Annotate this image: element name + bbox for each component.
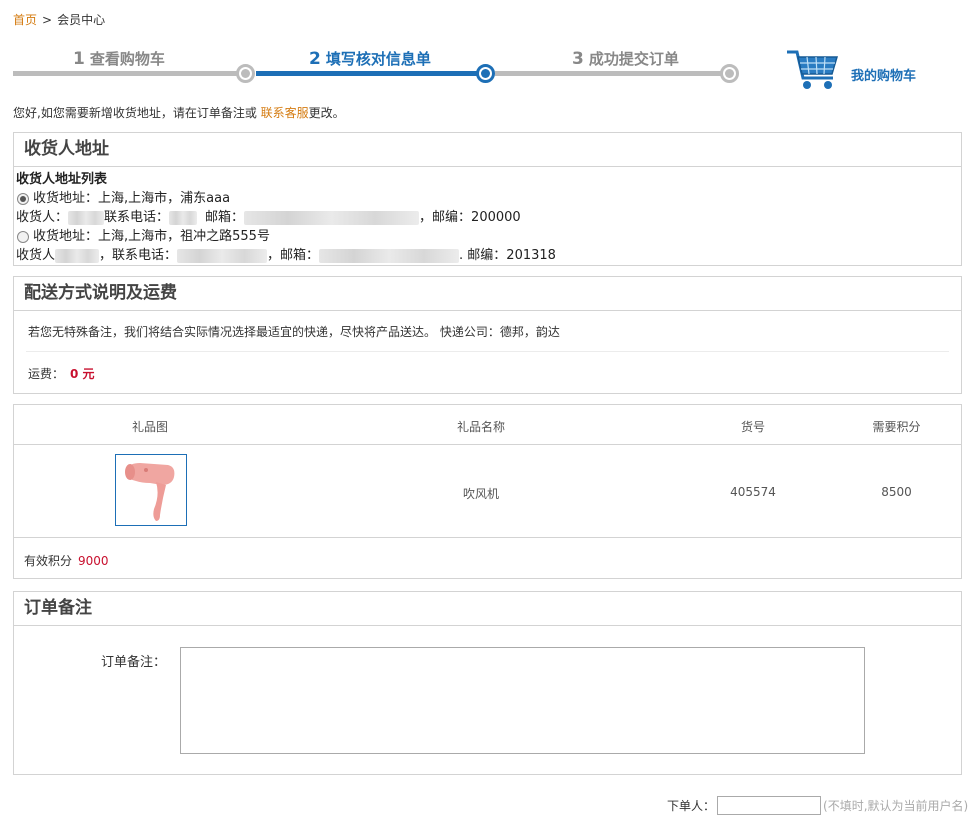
phone-label: 联系电话： [104,210,170,225]
step-line-2 [256,71,486,76]
consignee-name-redacted [55,248,100,263]
orderer-field: 下单人： (不填时,默认为当前用户名) [667,796,968,815]
email-redacted [319,248,460,263]
step-1-marker-icon [236,64,255,83]
my-cart-label: 我的购物车 [851,69,917,84]
shopping-cart-icon [787,50,839,89]
notice-text-after: 更改。 [308,106,345,120]
gift-name: 吹风机 [462,487,499,501]
shipping-description: 若您无特殊备注，我们将结合实际情况选择最适宜的快递，尽快将产品送达。 快递公司：… [28,325,560,339]
header-points: 需要积分 [872,420,921,434]
valid-points-value: 9000 [78,554,109,568]
step-line-1 [13,71,246,76]
breadcrumb: 首页 > 会员中心 [13,11,105,28]
breadcrumb-separator: > [42,13,53,27]
shipping-fee-value: 0 元 [70,367,95,381]
remark-panel-title: 订单备注 [14,592,961,626]
gift-table-header: 礼品图 礼品名称 货号 需要积分 [14,405,961,445]
address-panel-title: 收货人地址 [14,133,961,167]
email-label: 邮箱： [205,210,245,225]
email-redacted [244,210,420,225]
address-option-1[interactable]: 收货地址：上海,上海市，浦东aaa [16,189,959,208]
shipping-fee: 运费： 0 元 [28,365,95,382]
step-line-3 [495,71,731,76]
hair-dryer-image[interactable] [115,454,187,526]
checkout-steps: 1 查看购物车 2 填写核对信息单 3 成功提交订单 [13,44,745,88]
address-text-1: 收货地址：上海,上海市，浦东aaa [33,191,231,206]
breadcrumb-current: 会员中心 [57,13,106,27]
phone-redacted [169,210,198,225]
zip-label: ，邮编：200000 [419,210,521,225]
remark-panel: 订单备注 订单备注： [13,591,962,775]
orderer-input[interactable] [717,796,822,815]
orderer-hint: (不填时,默认为当前用户名) [823,799,969,813]
shipping-fee-label: 运费： [28,367,65,381]
address-detail-2: 收货人 ，联系电话： ，邮箱： . 邮编：201318 [16,246,959,265]
breadcrumb-home-link[interactable]: 首页 [13,13,37,27]
valid-points-label: 有效积分 [24,554,73,568]
phone-label: ，联系电话： [99,248,178,263]
contact-support-link[interactable]: 联系客服 [261,106,309,120]
gift-table: 礼品图 礼品名称 货号 需要积分 吹风机 405574 8500 有效积分 900… [13,404,962,579]
gift-sku: 405574 [730,485,776,499]
step-2-label: 2 填写核对信息单 [309,49,431,69]
address-panel: 收货人地址 收货人地址列表 收货地址：上海,上海市，浦东aaa 收货人： 联系电… [13,132,962,266]
zip-label: . 邮编：201318 [459,248,556,263]
header-sku: 货号 [740,420,765,434]
remark-label: 订单备注： [101,655,167,670]
gift-points: 8500 [881,485,912,499]
remark-textarea[interactable] [180,647,865,754]
step-1-label: 1 查看购物车 [73,49,165,69]
divider [26,351,949,352]
orderer-label: 下单人： [667,799,716,813]
address-radio-2[interactable] [17,230,29,243]
shipping-panel-title: 配送方式说明及运费 [14,277,961,311]
consignee-label: 收货人 [16,248,56,263]
consignee-name-redacted [68,210,105,225]
address-option-2[interactable]: 收货地址：上海,上海市，祖冲之路555号 [16,227,959,246]
step-3-marker-icon [720,64,739,83]
address-text-2: 收货地址：上海,上海市，祖冲之路555号 [33,229,270,244]
header-gift-image: 礼品图 [131,420,168,434]
step-3-label: 3 成功提交订单 [572,49,679,69]
address-radio-1[interactable] [17,192,29,205]
email-label: ，邮箱： [267,248,320,263]
hair-dryer-icon [125,463,175,521]
address-detail-1: 收货人： 联系电话： 邮箱： ，邮编：200000 [16,208,959,227]
consignee-label: 收货人： [16,210,69,225]
table-row: 吹风机 405574 8500 [14,445,961,538]
step-2-marker-icon [476,64,495,83]
phone-redacted [177,248,268,263]
my-cart-link[interactable]: 我的购物车 [785,46,935,94]
address-list-title: 收货人地址列表 [16,172,108,187]
valid-points: 有效积分 9000 [24,552,109,569]
address-notice: 您好,如您需要新增收货地址，请在订单备注或 联系客服更改。 [13,104,345,121]
shipping-panel: 配送方式说明及运费 若您无特殊备注，我们将结合实际情况选择最适宜的快递，尽快将产… [13,276,962,394]
notice-text: 您好,如您需要新增收货地址，请在订单备注或 [13,106,261,120]
header-gift-name: 礼品名称 [456,420,505,434]
